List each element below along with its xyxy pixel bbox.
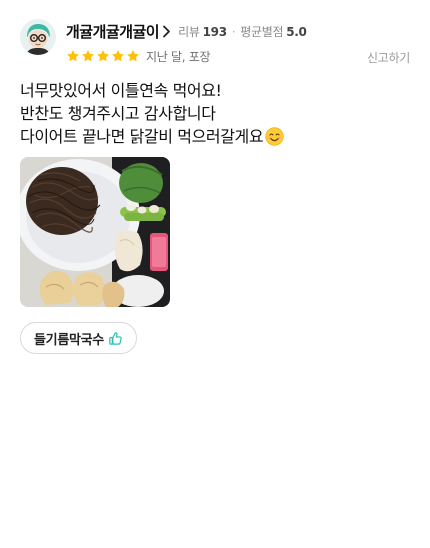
report-button[interactable]: 신고하기	[367, 49, 410, 66]
review-text-line-with-emoji: 다이어트 끝나면 닭갈비 먹으러갈게요	[20, 125, 410, 148]
menu-tag-chip[interactable]: 들기름막국수	[20, 322, 137, 354]
review-card: 개귤개귤개귤이 리뷰 193 · 평균별점 5.0 지난 달, 포장 신고하기 너무맛있…	[0, 0, 430, 548]
review-count-label: 리뷰	[178, 24, 200, 39]
avg-rating: 5.0	[286, 24, 307, 39]
author-meta: 리뷰 193 · 평균별점 5.0	[178, 23, 307, 40]
review-photo[interactable]	[20, 157, 170, 307]
review-count: 193	[202, 24, 227, 39]
avatar-character-icon	[20, 19, 56, 55]
meta-separator: ·	[231, 24, 236, 39]
menu-name: 들기름막국수	[34, 332, 104, 348]
star-icon	[82, 50, 94, 62]
thumbs-up-icon	[109, 331, 122, 345]
avg-rating-label: 평균별점	[240, 24, 284, 39]
food-photo-icon	[20, 157, 170, 307]
chevron-right-icon[interactable]	[162, 25, 171, 38]
order-info: 지난 달, 포장	[146, 49, 211, 64]
star-icon	[127, 50, 139, 62]
author-row: 개귤개귤개귤이 리뷰 193 · 평균별점 5.0	[66, 20, 307, 42]
star-icon	[112, 50, 124, 62]
author-nickname[interactable]: 개귤개귤개귤이	[66, 21, 160, 42]
rating-row: 지난 달, 포장	[66, 47, 211, 65]
star-icon	[67, 50, 79, 62]
review-text-line: 다이어트 끝나면 닭갈비 먹으러갈게요	[20, 127, 264, 146]
star-rating	[66, 49, 140, 63]
smiling-face-emoji-icon	[265, 127, 284, 146]
review-text-line: 너무맛있어서 이틀연속 먹어요!	[20, 81, 222, 100]
avatar[interactable]	[20, 19, 56, 55]
star-icon	[97, 50, 109, 62]
review-body: 너무맛있어서 이틀연속 먹어요! 반찬도 챙겨주시고 감사합니다 다이어트 끝나…	[20, 79, 410, 148]
review-text-line: 반찬도 챙겨주시고 감사합니다	[20, 104, 216, 123]
